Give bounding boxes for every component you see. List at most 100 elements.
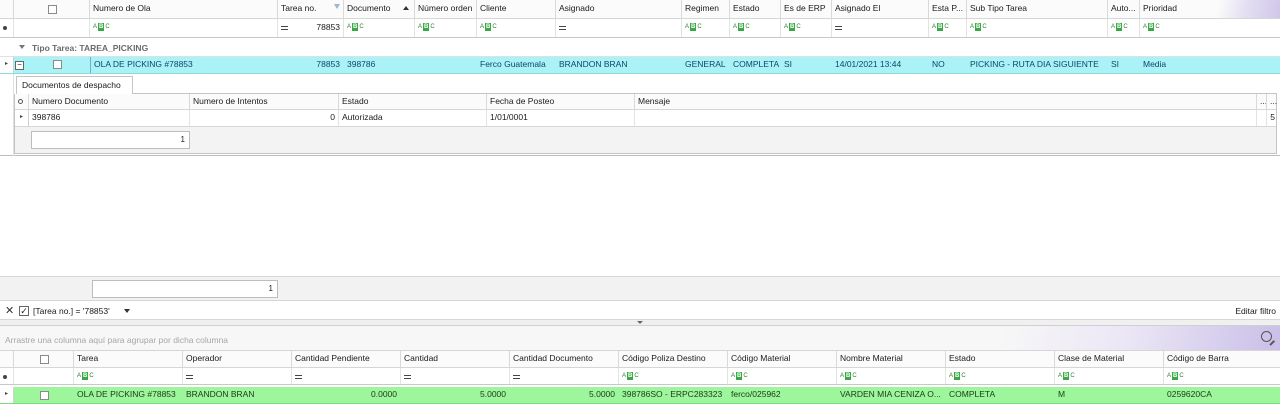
detail-cell-last[interactable]: 5 bbox=[1267, 110, 1277, 126]
detail-cell-estado[interactable]: Autorizada bbox=[339, 110, 487, 126]
abc-filter-icon[interactable]: ABC bbox=[1143, 22, 1160, 31]
filter-esta-p[interactable]: ABC bbox=[929, 19, 967, 37]
bcol-operador[interactable]: Operador bbox=[183, 351, 292, 367]
filter-prioridad[interactable]: ABC bbox=[1140, 19, 1280, 37]
cell-es-de-erp[interactable]: SI bbox=[781, 57, 832, 73]
abc-filter-icon[interactable]: ABC bbox=[1167, 371, 1184, 380]
detail-search-icon[interactable] bbox=[15, 94, 29, 109]
bcell-clase-material[interactable]: M bbox=[1055, 387, 1164, 403]
detail-col-numero-documento[interactable]: Numero Documento bbox=[29, 94, 190, 109]
detail-col-more-2[interactable]: ... bbox=[1267, 94, 1277, 109]
cell-asignado-el[interactable]: 14/01/2021 13:44 bbox=[832, 57, 929, 73]
cell-tarea-no[interactable]: 78853 bbox=[278, 57, 344, 73]
bcol-codigo-poliza-destino[interactable]: Código Poliza Destino bbox=[619, 351, 728, 367]
abc-filter-icon[interactable]: ABC bbox=[733, 22, 750, 31]
cell-estado[interactable]: COMPLETA bbox=[730, 57, 781, 73]
equals-icon[interactable] bbox=[281, 26, 288, 31]
row-select-checkbox[interactable] bbox=[53, 60, 62, 69]
select-all-checkbox[interactable] bbox=[47, 5, 57, 15]
cell-cliente[interactable]: Ferco Guatemala bbox=[477, 57, 556, 73]
group-by-panel[interactable]: Arrastre una columna aquí para agrupar p… bbox=[0, 326, 1280, 351]
edit-filter-link[interactable]: Editar filtro bbox=[1235, 306, 1276, 316]
abc-filter-icon[interactable]: ABC bbox=[1111, 22, 1128, 31]
bcell-tarea[interactable]: OLA DE PICKING #78853 bbox=[74, 387, 183, 403]
bfilter-tarea[interactable]: ABC bbox=[74, 368, 183, 384]
bfilter-codigo-barra[interactable]: ABC bbox=[1164, 368, 1280, 384]
close-icon[interactable]: ✕ bbox=[5, 304, 14, 317]
cell-esta-p[interactable]: NO bbox=[929, 57, 967, 73]
equals-icon[interactable] bbox=[513, 375, 520, 380]
bfilter-nombre-material[interactable]: ABC bbox=[837, 368, 946, 384]
detail-col-fecha-posteo[interactable]: Fecha de Posteo bbox=[487, 94, 635, 109]
bcell-codigo-poliza-destino[interactable]: 398786SO - ERPC283323 bbox=[619, 387, 728, 403]
filter-auto[interactable]: ABC bbox=[1108, 19, 1140, 37]
filter-numero-orden[interactable]: ABC bbox=[415, 19, 477, 37]
bfilter-codigo-material[interactable]: ABC bbox=[728, 368, 837, 384]
bfilter-clase-material[interactable]: ABC bbox=[1055, 368, 1164, 384]
bcell-cantidad[interactable]: 5.0000 bbox=[401, 387, 510, 403]
bcol-clase-material[interactable]: Clase de Material bbox=[1055, 351, 1164, 367]
col-prioridad[interactable]: Prioridad bbox=[1140, 0, 1280, 18]
col-asignado[interactable]: Asignado bbox=[556, 0, 682, 18]
bcol-cantidad[interactable]: Cantidad bbox=[401, 351, 510, 367]
cell-auto[interactable]: SI bbox=[1108, 57, 1140, 73]
detail-col-numero-intentos[interactable]: Numero de Intentos bbox=[190, 94, 339, 109]
filter-asignado[interactable] bbox=[556, 19, 682, 37]
equals-icon[interactable] bbox=[186, 375, 193, 380]
bcol-codigo-material[interactable]: Código Material bbox=[728, 351, 837, 367]
cell-sub-tipo-tarea[interactable]: PICKING - RUTA DIA SIGUIENTE bbox=[967, 57, 1108, 73]
cell-asignado[interactable]: BRANDON BRAN bbox=[556, 57, 682, 73]
bcell-cantidad-documento[interactable]: 5.0000 bbox=[510, 387, 619, 403]
master-data-row[interactable]: ▸ − OLA DE PICKING #78853 78853 398786 F… bbox=[0, 57, 1280, 74]
detail-cell-extra[interactable] bbox=[1257, 110, 1267, 126]
bottom-select-all-checkbox[interactable] bbox=[39, 355, 49, 365]
equals-icon[interactable] bbox=[835, 26, 842, 31]
abc-filter-icon[interactable]: ABC bbox=[731, 371, 748, 380]
abc-filter-icon[interactable]: ABC bbox=[622, 371, 639, 380]
filter-expression[interactable]: [Tarea no.] = '78853' bbox=[33, 306, 110, 316]
detail-tab[interactable]: Documentos de despacho bbox=[16, 76, 133, 94]
col-sub-tipo-tarea[interactable]: Sub Tipo Tarea bbox=[967, 0, 1108, 18]
col-auto[interactable]: Auto... bbox=[1108, 0, 1140, 18]
detail-data-row[interactable]: ▸ 398786 0 Autorizada 1/01/0001 5 bbox=[15, 110, 1276, 127]
cell-numero-orden[interactable] bbox=[415, 57, 477, 73]
funnel-icon[interactable] bbox=[334, 4, 340, 9]
abc-filter-icon[interactable]: ABC bbox=[949, 371, 966, 380]
group-collapse-icon[interactable] bbox=[19, 45, 25, 49]
col-es-de-erp[interactable]: Es de ERP bbox=[781, 0, 832, 18]
detail-collapse-button[interactable]: − bbox=[15, 61, 24, 70]
bottom-data-row[interactable]: ▸ OLA DE PICKING #78853 BRANDON BRAN 0.0… bbox=[0, 387, 1280, 404]
filter-regimen[interactable]: ABC bbox=[682, 19, 730, 37]
filter-enable-checkbox[interactable]: ✓ bbox=[19, 306, 29, 316]
bcell-codigo-barra[interactable]: 0259620CA bbox=[1164, 387, 1280, 403]
bcol-estado[interactable]: Estado bbox=[946, 351, 1055, 367]
col-tarea-no[interactable]: Tarea no. bbox=[278, 0, 344, 18]
bcell-nombre-material[interactable]: VARDEN MIA CENIZA O... bbox=[837, 387, 946, 403]
cell-prioridad[interactable]: Media bbox=[1140, 57, 1280, 73]
cell-regimen[interactable]: GENERAL bbox=[682, 57, 730, 73]
bfilter-cantidad-documento[interactable] bbox=[510, 368, 619, 384]
col-numero-de-ola[interactable]: Numero de Ola bbox=[90, 0, 278, 18]
filter-numero-de-ola[interactable]: ABC bbox=[90, 19, 278, 37]
cell-numero-de-ola[interactable]: OLA DE PICKING #78853 bbox=[90, 57, 278, 73]
abc-filter-icon[interactable]: ABC bbox=[418, 22, 435, 31]
filter-documento[interactable]: ABC bbox=[344, 19, 415, 37]
detail-col-estado[interactable]: Estado bbox=[339, 94, 487, 109]
abc-filter-icon[interactable]: ABC bbox=[1058, 371, 1075, 380]
group-row[interactable]: Tipo Tarea: TAREA_PICKING bbox=[0, 39, 1280, 57]
bcell-codigo-material[interactable]: ferco/025962 bbox=[728, 387, 837, 403]
filter-estado[interactable]: ABC bbox=[730, 19, 781, 37]
detail-col-mensaje[interactable]: Mensaje bbox=[635, 94, 1257, 109]
col-documento[interactable]: Documento bbox=[344, 0, 415, 18]
abc-filter-icon[interactable]: ABC bbox=[685, 22, 702, 31]
bcell-operador[interactable]: BRANDON BRAN bbox=[183, 387, 292, 403]
abc-filter-icon[interactable]: ABC bbox=[93, 22, 110, 31]
equals-icon[interactable] bbox=[404, 375, 411, 380]
detail-cell-numero-intentos[interactable]: 0 bbox=[190, 110, 339, 126]
equals-icon[interactable] bbox=[559, 26, 566, 31]
col-numero-orden[interactable]: Número orden bbox=[415, 0, 477, 18]
col-asignado-el[interactable]: Asignado El bbox=[832, 0, 929, 18]
cell-documento[interactable]: 398786 bbox=[344, 57, 415, 73]
filter-dropdown-icon[interactable] bbox=[124, 309, 130, 313]
bfilter-cantidad[interactable] bbox=[401, 368, 510, 384]
